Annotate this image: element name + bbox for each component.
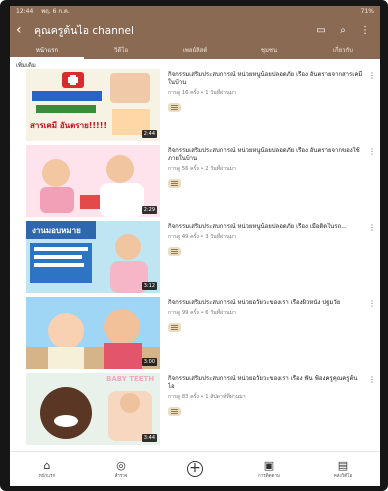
tab-home[interactable]: หน้าแรก xyxy=(10,44,84,59)
video-stats: การดู 56 ครั้ง • 2 วันที่ผ่านมา xyxy=(168,166,236,172)
video-stats: การดู 83 ครั้ง • 1 สัปดาห์ที่ผ่านมา xyxy=(168,394,246,400)
search-icon[interactable]: ⌕ xyxy=(334,25,352,36)
video-thumbnail[interactable]: BABY TEETH 3:44 xyxy=(26,373,160,445)
app-bar: ‹ คุณครูต้นไอ channel ▭ ⌕ ⋮ xyxy=(10,17,380,44)
screen: 12:44 พฤ. 6 ก.ค. 71% ‹ คุณครูต้นไอ chann… xyxy=(10,6,380,486)
tab-about[interactable]: เกี่ยวกับ xyxy=(306,44,380,59)
more-vert-icon[interactable]: ⋮ xyxy=(368,375,376,384)
video-duration: 3:12 xyxy=(141,282,157,290)
video-thumbnail[interactable]: งานมอบหมาย 3:12 xyxy=(26,221,160,293)
add-icon: + xyxy=(187,461,203,477)
channel-title: คุณครูต้นไอ channel xyxy=(34,25,134,37)
video-thumbnail[interactable]: 3:00 xyxy=(26,297,160,369)
thumbnail-caption: สารเคมี อันตราย!!!!! xyxy=(30,121,108,130)
video-item[interactable]: งานมอบหมาย 3:12 กิจกรรมเสริมประสบการณ์ ห… xyxy=(10,221,380,297)
status-battery: 71% xyxy=(360,8,374,15)
video-title[interactable]: กิจกรรมเสริมประสบการณ์ หน่วยอวัยวะของเรา… xyxy=(168,299,364,307)
nav-label: หน้าแรก xyxy=(38,474,56,479)
video-title[interactable]: กิจกรรมเสริมประสบการณ์ หน่วยอวัยวะของเรา… xyxy=(168,375,364,391)
channel-tabs: หน้าแรก วิดีโอ เพลย์ลิสต์ ชุมชน เกี่ยวกั… xyxy=(10,44,380,59)
add-to-queue-icon[interactable] xyxy=(168,179,181,188)
status-date: พฤ. 6 ก.ค. xyxy=(41,8,70,15)
more-vert-icon[interactable]: ⋮ xyxy=(368,147,376,156)
nav-library[interactable]: ▤ คลังวิดีโอ xyxy=(306,452,380,486)
video-duration: 3:00 xyxy=(141,358,157,366)
video-title[interactable]: กิจกรรมเสริมประสบการณ์ หน่วยหนูน้อยปลอดภ… xyxy=(168,71,364,87)
video-meta: กิจกรรมเสริมประสบการณ์ หน่วยหนูน้อยปลอดภ… xyxy=(168,147,364,188)
video-meta: กิจกรรมเสริมประสบการณ์ หน่วยหนูน้อยปลอดภ… xyxy=(168,71,364,112)
nav-label: การติดตาม xyxy=(258,474,280,479)
video-meta: กิจกรรมเสริมประสบการณ์ หน่วยอวัยวะของเรา… xyxy=(168,375,364,416)
subscriptions-icon: ▣ xyxy=(263,459,275,472)
video-meta: กิจกรรมเสริมประสบการณ์ หน่วยหนูน้อยปลอดภ… xyxy=(168,223,364,256)
thumbnail-caption: BABY TEETH xyxy=(106,375,155,383)
video-thumbnail[interactable]: 2:29 xyxy=(26,145,160,217)
tab-community[interactable]: ชุมชน xyxy=(232,44,306,59)
video-item[interactable]: สารเคมี อันตราย!!!!! 2:44 กิจกรรมเสริมปร… xyxy=(10,69,380,145)
tab-playlists[interactable]: เพลย์ลิสต์ xyxy=(158,44,232,59)
video-stats: การดู 16 ครั้ง • 1 วันที่ผ่านมา xyxy=(168,90,236,96)
status-time: 12:44 xyxy=(16,8,34,15)
video-duration: 2:29 xyxy=(141,206,157,214)
video-item[interactable]: 3:00 กิจกรรมเสริมประสบการณ์ หน่วยอวัยวะข… xyxy=(10,297,380,373)
video-thumbnail[interactable]: สารเคมี อันตราย!!!!! 2:44 xyxy=(26,69,160,141)
library-icon: ▤ xyxy=(337,459,349,472)
nav-subscriptions[interactable]: ▣ การติดตาม xyxy=(232,452,306,486)
more-vert-icon[interactable]: ⋮ xyxy=(356,25,374,36)
video-stats: การดู 49 ครั้ง • 3 วันที่ผ่านมา xyxy=(168,234,236,240)
video-title[interactable]: กิจกรรมเสริมประสบการณ์ หน่วยหนูน้อยปลอดภ… xyxy=(168,147,364,163)
nav-label: คลังวิดีโอ xyxy=(333,474,353,479)
nav-create[interactable]: + xyxy=(158,452,232,486)
list-header: เพิ่มเติม xyxy=(16,62,36,69)
explore-icon: ◎ xyxy=(116,459,126,472)
home-icon: ⌂ xyxy=(43,459,51,472)
video-item[interactable]: BABY TEETH 3:44 กิจกรรมเสริมประสบการณ์ ห… xyxy=(10,373,380,449)
add-to-queue-icon[interactable] xyxy=(168,247,181,256)
video-item[interactable]: 2:29 กิจกรรมเสริมประสบการณ์ หน่วยหนูน้อย… xyxy=(10,145,380,221)
video-duration: 2:44 xyxy=(141,130,157,138)
add-to-queue-icon[interactable] xyxy=(168,407,181,416)
more-vert-icon[interactable]: ⋮ xyxy=(368,299,376,308)
nav-home[interactable]: ⌂ หน้าแรก xyxy=(10,452,84,486)
add-to-queue-icon[interactable] xyxy=(168,103,181,112)
more-vert-icon[interactable]: ⋮ xyxy=(368,71,376,80)
video-meta: กิจกรรมเสริมประสบการณ์ หน่วยอวัยวะของเรา… xyxy=(168,299,364,332)
bottom-nav: ⌂ หน้าแรก ◎ สำรวจ + ▣ การติดตาม ▤ คลังวิ… xyxy=(10,451,380,486)
thumbnail-caption: งานมอบหมาย xyxy=(32,226,81,235)
more-vert-icon[interactable]: ⋮ xyxy=(368,223,376,232)
video-stats: การดู 99 ครั้ง • 6 วันที่ผ่านมา xyxy=(168,310,236,316)
video-duration: 3:44 xyxy=(141,434,157,442)
tab-videos[interactable]: วิดีโอ xyxy=(84,44,158,59)
tablet-frame: 12:44 พฤ. 6 ก.ค. 71% ‹ คุณครูต้นไอ chann… xyxy=(0,0,388,491)
cast-icon[interactable]: ▭ xyxy=(312,25,330,36)
nav-label: สำรวจ xyxy=(114,474,128,479)
video-title[interactable]: กิจกรรมเสริมประสบการณ์ หน่วยหนูน้อยปลอดภ… xyxy=(168,223,364,231)
nav-explore[interactable]: ◎ สำรวจ xyxy=(84,452,158,486)
back-arrow-icon[interactable]: ‹ xyxy=(16,17,30,44)
add-to-queue-icon[interactable] xyxy=(168,323,181,332)
status-bar: 12:44 พฤ. 6 ก.ค. 71% xyxy=(10,6,380,17)
video-list: เพิ่มเติม สารเคมี อันตราย!!!!! 2:44 กิจก… xyxy=(10,59,380,451)
